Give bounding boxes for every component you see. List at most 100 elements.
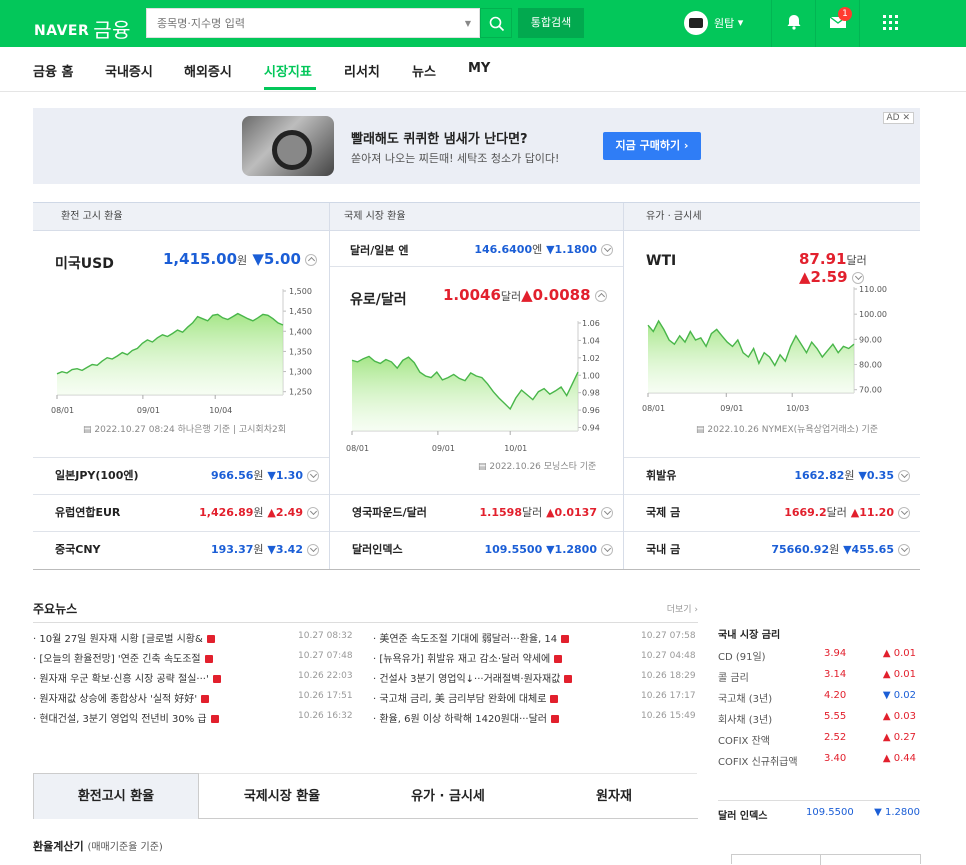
expand-icon[interactable] <box>601 507 613 519</box>
tab-commodity[interactable]: 원자재 <box>531 773 697 819</box>
quote-name: 달러인덱스 <box>352 543 403 556</box>
news-date: 10.26 22:03 <box>298 671 353 681</box>
expand-icon[interactable] <box>898 544 910 556</box>
search-button[interactable] <box>480 8 512 38</box>
market-tabs: 환전고시 환율 국제시장 환율 유가 · 금시세 원자재 <box>33 773 698 819</box>
eur-usd-quote: 1.0046달러▲0.0088 <box>443 286 607 304</box>
tab-intl[interactable]: 국제시장 환율 <box>199 773 365 819</box>
ad-buy-button[interactable]: 지금 구매하기 › <box>603 132 701 160</box>
nav-news[interactable]: 뉴스 <box>412 61 436 80</box>
ad-title[interactable]: 빨래해도 퀴퀴한 냄새가 난다면? <box>351 128 528 147</box>
quote-row[interactable]: 중국CNY 193.37원 ▼3.42 <box>33 531 329 567</box>
news-badge-icon <box>206 635 215 643</box>
news-date: 10.26 17:17 <box>641 691 696 701</box>
news-date: 10.26 18:29 <box>641 671 696 681</box>
quote-row[interactable]: 일본JPY(100엔) 966.56원 ▼1.30 <box>33 457 329 493</box>
quote-name: 휘발유 <box>646 469 677 482</box>
expand-icon[interactable] <box>898 507 910 519</box>
naver-finance-logo[interactable]: NAVER 금융 <box>34 12 131 42</box>
quote-value: 1.1598달러 ▲0.0137 <box>480 495 613 531</box>
quote-value: 1662.82원 ▼0.35 <box>794 458 910 494</box>
news-date: 10.26 16:32 <box>298 711 353 721</box>
nav-market-index[interactable]: 시장지표 <box>264 61 312 80</box>
news-more-link[interactable]: 더보기 › <box>667 602 698 615</box>
y-tick-label: 0.94 <box>582 424 600 433</box>
rate-row[interactable]: 콜 금리 3.14 ▲ 0.01 <box>718 669 920 691</box>
nav-research[interactable]: 리서치 <box>344 61 380 80</box>
collapse-icon[interactable] <box>594 289 607 302</box>
nav-my[interactable]: MY <box>468 61 490 76</box>
dollar-index-row[interactable]: 달러 인덱스 109.5500 ▼ 1.2800 <box>718 800 920 822</box>
ad-description: 쏟아져 나오는 찌든때! 세탁조 청소가 답이다! <box>351 152 560 165</box>
wti-name[interactable]: WTI <box>646 253 676 269</box>
news-headline[interactable]: · 원자재값 상승에 종합상사 '실적 好好' <box>33 690 210 705</box>
ad-close-button[interactable]: AD ✕ <box>882 112 914 124</box>
quote-row[interactable]: 영국파운드/달러 1.1598달러 ▲0.0137 <box>330 494 623 530</box>
expand-icon[interactable] <box>307 544 319 556</box>
expand-icon[interactable] <box>601 544 613 556</box>
nav-domestic[interactable]: 국내증시 <box>105 61 153 80</box>
jpy-usd-row[interactable]: 달러/일본 엔 146.6400엔 ▼1.1800 <box>330 231 623 267</box>
x-tick-label: 08/01 <box>346 444 369 453</box>
rate-row[interactable]: COFIX 잔액 2.52 ▲ 0.27 <box>718 732 920 754</box>
ad-banner[interactable]: 빨래해도 퀴퀴한 냄새가 난다면? 쏟아져 나오는 찌든때! 세탁조 청소가 답… <box>33 108 920 184</box>
tab-oil-gold[interactable]: 유가 · 금시세 <box>365 773 531 819</box>
news-headline[interactable]: · 건설사 3분기 영업익↓···거래절벽·원자재값 <box>373 670 573 685</box>
x-tick-label: 10/04 <box>209 406 232 415</box>
rate-row[interactable]: COFIX 신규취급액 3.40 ▲ 0.44 <box>718 753 920 775</box>
expand-icon[interactable] <box>307 470 319 482</box>
active-tab-underline <box>264 87 316 90</box>
quote-name: 중국CNY <box>55 543 101 556</box>
mail-button[interactable]: 1 <box>815 0 859 47</box>
y-tick-label: 1,450 <box>289 307 312 316</box>
eur-usd-chart: 1.06 1.04 1.02 1.00 0.98 0.96 0.94 08/01 09/01 10… <box>346 319 600 453</box>
quote-value: 1,426.89원 ▲2.49 <box>199 495 319 531</box>
news-headline[interactable]: · 환율, 6원 이상 하락해 1420원대···달러 <box>373 710 560 725</box>
x-tick-label: 09/01 <box>137 406 160 415</box>
y-tick-label: 1.02 <box>582 354 600 363</box>
expand-icon[interactable] <box>307 507 319 519</box>
y-tick-label: 0.98 <box>582 389 600 398</box>
news-badge-icon <box>551 715 560 723</box>
nav-finance-home[interactable]: 금융 홈 <box>33 61 73 80</box>
expand-icon[interactable] <box>601 244 613 256</box>
news-headline[interactable]: · [뉴욕유가] 휘발유 재고 감소·달러 약세에 <box>373 650 563 665</box>
ad-image[interactable] <box>242 116 334 176</box>
expand-icon[interactable] <box>898 470 910 482</box>
quote-row[interactable]: 국내 금 75660.92원 ▼455.65 <box>624 531 920 567</box>
news-headline[interactable]: · 현대건설, 3분기 영업익 전년비 30% 급 <box>33 710 219 725</box>
news-date: 10.27 07:48 <box>298 651 353 661</box>
eur-usd-name[interactable]: 유로/달러 <box>350 289 407 309</box>
total-search-button[interactable]: 통합검색 <box>518 8 584 38</box>
user-menu[interactable]: 원탑 ▾ <box>684 11 743 35</box>
rate-row[interactable]: 회사채 (3년) 5.55 ▲ 0.03 <box>718 711 920 733</box>
nav-overseas[interactable]: 해외증시 <box>184 61 232 80</box>
search-input[interactable] <box>147 9 447 37</box>
x-tick-label: 08/01 <box>51 406 74 415</box>
usd-name[interactable]: 미국USD <box>55 253 114 273</box>
collapse-icon[interactable] <box>304 253 317 266</box>
chevron-down-icon: ▾ <box>737 16 744 29</box>
quote-row[interactable]: 유럽연합EUR 1,426.89원 ▲2.49 <box>33 494 329 530</box>
apps-button[interactable] <box>859 0 919 47</box>
news-headline[interactable]: · 원자재 우군 확보·신흥 시장 공략 절실···' <box>33 670 221 685</box>
dropdown-caret-icon[interactable]: ▼ <box>465 19 471 28</box>
news-headline[interactable]: · 국고채 금리, 美 금리부담 완화에 대체로 <box>373 690 559 705</box>
news-headline[interactable]: · [오늘의 환율전망] '연준 긴축 속도조절 <box>33 650 213 665</box>
quote-row[interactable]: 국제 금 1669.2달러 ▲11.20 <box>624 494 920 530</box>
x-tick-label: 10/03 <box>786 404 809 413</box>
news-headline[interactable]: · 美연준 속도조절 기대에 弱달러···환율, 14 <box>373 630 570 645</box>
rate-row[interactable]: CD (91일) 3.94 ▲ 0.01 <box>718 648 920 670</box>
rate-row[interactable]: 국고채 (3년) 4.20 ▼ 0.02 <box>718 690 920 712</box>
quote-row[interactable]: 달러인덱스 109.5500 ▼1.2800 <box>330 531 623 567</box>
calculator-box <box>731 854 921 865</box>
quote-value: 193.37원 ▼3.42 <box>211 532 319 568</box>
news-badge-icon <box>204 655 213 663</box>
quote-row[interactable]: 휘발유 1662.82원 ▼0.35 <box>624 457 920 493</box>
notification-button[interactable] <box>771 0 815 47</box>
quote-name: 영국파운드/달러 <box>352 506 427 519</box>
news-headline[interactable]: · 10월 27일 원자재 시황 [글로벌 시황& <box>33 630 215 645</box>
section-header-exchange: 환전 고시 환율 <box>33 203 329 231</box>
tab-exchange[interactable]: 환전고시 환율 <box>33 773 199 819</box>
quote-name: 유럽연합EUR <box>55 506 121 519</box>
